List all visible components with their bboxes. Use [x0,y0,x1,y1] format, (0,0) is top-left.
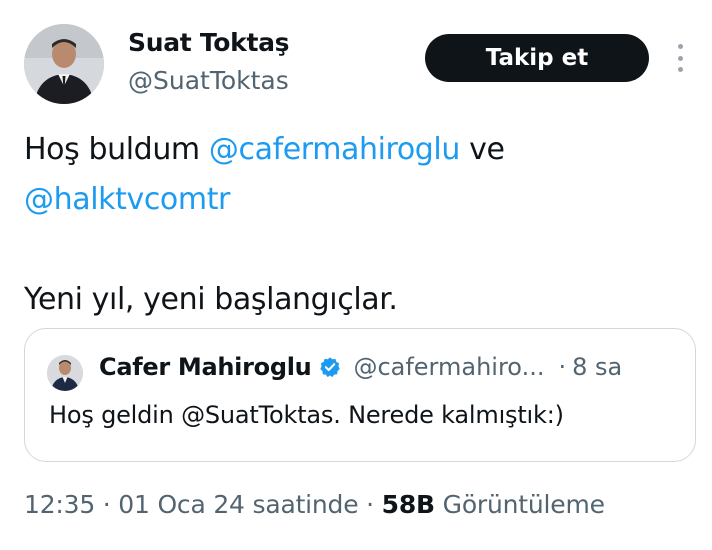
views-count: 58B [381,490,435,519]
tweet-text-line: Yeni yıl, yeni başlangıçlar. [24,282,398,317]
meta-separator: · [95,490,119,519]
tweet-line: Hoş buldum @cafermahiroglu ve [24,125,684,175]
quote-author-avatar[interactable] [47,355,83,391]
quoted-tweet[interactable]: Cafer Mahiroglu @cafermahiro... · 8 sa H… [24,328,696,462]
more-dot [677,67,683,72]
quote-author-name[interactable]: Cafer Mahiroglu [99,353,312,381]
views-label: Görüntüleme [434,490,605,519]
tweet-time[interactable]: 12:35 [24,490,95,519]
more-dot [677,44,683,49]
tweet-date[interactable]: 01 Oca 24 saatinde [118,490,358,519]
tweet-text-suffix: ve [459,132,505,167]
mention-link[interactable]: @cafermahiroglu [209,132,460,167]
verified-badge-icon [319,356,341,378]
meta-separator: · [358,490,382,519]
follow-button[interactable]: Takip et [425,34,649,82]
author-handle[interactable]: @SuatToktas [128,66,289,95]
tweet-meta: 12:35 · 01 Oca 24 saatinde · 58B Görüntü… [24,490,605,519]
tweet-card: Suat Toktaş @SuatToktas Takip et Hoş bul… [0,0,712,550]
author-avatar[interactable] [24,24,104,104]
tweet-text-prefix: Hoş buldum [24,132,209,167]
more-dot [677,55,683,61]
quote-separator: · [558,353,567,381]
tweet-line: @halktvcomtr [24,175,684,225]
quote-header: Cafer Mahiroglu @cafermahiro... · 8 sa [99,353,622,381]
quote-timestamp[interactable]: 8 sa [572,353,622,381]
mention-link[interactable]: @halktvcomtr [24,182,230,217]
tweet-line: Yeni yıl, yeni başlangıçlar. [24,275,684,325]
author-name[interactable]: Suat Toktaş [128,28,290,57]
more-vertical-icon[interactable] [668,40,692,76]
quote-text: Hoş geldin @SuatToktas. Nerede kalmıştık… [49,401,564,429]
tweet-text: Hoş buldum @cafermahiroglu ve @halktvcom… [24,125,684,325]
quote-author-handle[interactable]: @cafermahiro... [353,353,544,381]
